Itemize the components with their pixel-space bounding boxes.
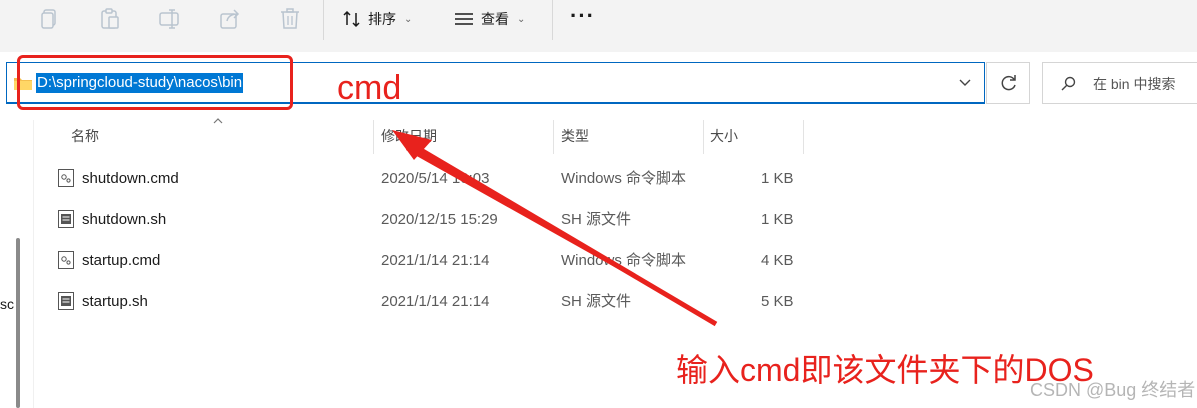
navigation-scrollbar[interactable]: [16, 238, 20, 408]
search-box[interactable]: 在 bin 中搜索: [1042, 62, 1197, 104]
file-name[interactable]: startup.cmd: [82, 252, 160, 270]
column-divider[interactable]: [373, 120, 374, 154]
toolbar-separator: [323, 0, 324, 40]
file-size: 1 KB: [761, 211, 794, 228]
refresh-icon: [1001, 75, 1016, 91]
paste-icon[interactable]: [97, 6, 123, 32]
file-name[interactable]: startup.sh: [82, 293, 148, 311]
annotation-cmd-label: cmd: [337, 69, 402, 107]
file-modified: 2020/5/14 10:03: [381, 170, 490, 187]
view-label: 查看: [481, 11, 509, 27]
sh-file-icon: [58, 210, 74, 228]
sort-label: 排序: [368, 11, 396, 27]
sort-ascending-icon: [213, 118, 223, 124]
toolbar-separator: [552, 0, 553, 40]
sort-button[interactable]: 排序 ⌄: [342, 5, 412, 33]
file-type: SH 源文件: [561, 293, 632, 310]
search-placeholder: 在 bin 中搜索: [1093, 76, 1176, 92]
column-divider[interactable]: [803, 120, 804, 154]
refresh-button[interactable]: [986, 62, 1030, 104]
file-modified: 2021/1/14 21:14: [381, 293, 490, 310]
file-modified: 2020/12/15 15:29: [381, 211, 498, 228]
column-divider[interactable]: [703, 120, 704, 154]
chevron-down-icon[interactable]: [958, 75, 972, 89]
search-icon: [1061, 76, 1076, 91]
column-header-modified[interactable]: 修改日期: [381, 120, 437, 154]
file-row[interactable]: shutdown.cmd 2020/5/14 10:03 Windows 命令脚…: [34, 158, 804, 199]
column-header-name[interactable]: 名称: [71, 120, 99, 154]
rename-icon[interactable]: [157, 6, 183, 32]
file-type: Windows 命令脚本: [561, 170, 687, 187]
highlight-box: [17, 55, 293, 110]
column-header-type[interactable]: 类型: [561, 120, 589, 154]
file-type: Windows 命令脚本: [561, 252, 687, 269]
file-size: 5 KB: [761, 293, 794, 310]
column-divider[interactable]: [553, 120, 554, 154]
file-name[interactable]: shutdown.sh: [82, 211, 166, 229]
file-row[interactable]: startup.cmd 2021/1/14 21:14 Windows 命令脚本…: [34, 240, 804, 281]
navigation-item-partial[interactable]: sc: [0, 296, 14, 312]
sort-icon: [343, 10, 360, 28]
file-modified: 2021/1/14 21:14: [381, 252, 490, 269]
view-icon: [455, 13, 473, 25]
file-row[interactable]: shutdown.sh 2020/12/15 15:29 SH 源文件 1 KB: [34, 199, 804, 240]
column-header-size[interactable]: 大小: [710, 120, 738, 154]
chevron-down-icon: ⌄: [404, 13, 413, 25]
share-icon[interactable]: [217, 6, 243, 32]
file-row[interactable]: startup.sh 2021/1/14 21:14 SH 源文件 5 KB: [34, 281, 804, 322]
view-button[interactable]: 查看 ⌄: [453, 5, 525, 33]
navigation-pane: [0, 120, 10, 408]
copy-icon[interactable]: [37, 6, 63, 32]
cmd-file-icon: [58, 251, 74, 269]
chevron-down-icon: ⌄: [517, 13, 526, 25]
watermark: CSDN @Bug 终结者: [1030, 380, 1196, 400]
more-options-button[interactable]: ···: [570, 4, 595, 28]
file-size: 1 KB: [761, 170, 794, 187]
file-name[interactable]: shutdown.cmd: [82, 170, 179, 188]
command-bar: 排序 ⌄ 查看 ⌄ ···: [0, 0, 1197, 52]
file-size: 4 KB: [761, 252, 794, 269]
file-type: SH 源文件: [561, 211, 632, 228]
delete-icon[interactable]: [277, 6, 303, 32]
cmd-file-icon: [58, 169, 74, 187]
sh-file-icon: [58, 292, 74, 310]
